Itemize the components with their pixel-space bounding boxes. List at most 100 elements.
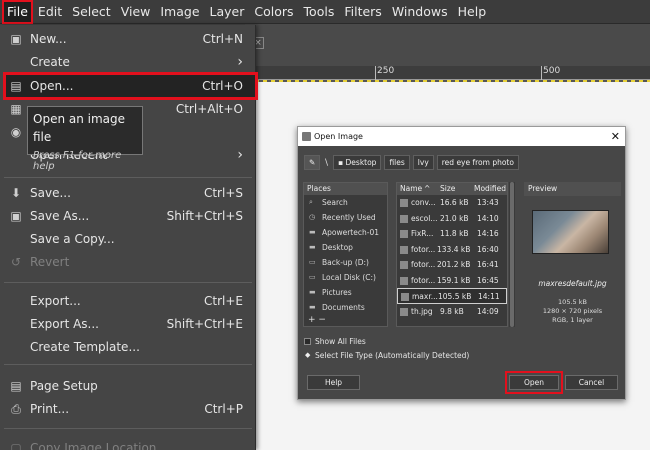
menu-divider <box>4 282 252 283</box>
add-remove-bookmark-buttons[interactable]: + − <box>304 315 387 326</box>
image-file-icon <box>400 276 408 285</box>
cancel-button[interactable]: Cancel <box>565 375 618 390</box>
menu-item-label: Export... <box>30 293 81 308</box>
revert-icon: ↺ <box>10 254 22 269</box>
expander-diamond-icon: ◆ <box>305 351 311 359</box>
file-list: Name ^ Size Modified conv... 16.6 kB 13:43… <box>396 182 508 327</box>
tooltip-title: Open an image file <box>33 112 126 144</box>
menu-item-shortcut: Ctrl+O <box>202 78 243 93</box>
menu-view[interactable]: View <box>116 0 156 24</box>
search-icon: ⌕ <box>309 198 313 206</box>
scrollbar-thumb[interactable] <box>510 182 514 327</box>
page-setup-icon: ▤ <box>10 378 22 393</box>
column-modified[interactable]: Modified <box>474 183 506 195</box>
menu-layer[interactable]: Layer <box>205 0 250 24</box>
breadcrumb-red-eye[interactable]: red eye from photo <box>436 155 519 170</box>
menu-item-export-as[interactable]: Export As... Shift+Ctrl+E <box>0 312 256 335</box>
menu-item-page-setup[interactable]: ▤ Page Setup <box>0 374 256 397</box>
breadcrumb-files[interactable]: files <box>384 155 410 170</box>
menu-item-shortcut: Ctrl+S <box>203 185 243 200</box>
menu-help[interactable]: Help <box>453 0 492 24</box>
preview-image <box>532 210 609 254</box>
place-local-c[interactable]: ▭ Local Disk (C:) <box>304 270 387 285</box>
file-row[interactable]: escol... 21.0 kB 14:10 <box>397 211 507 227</box>
file-row[interactable]: conv... 16.6 kB 13:43 <box>397 195 507 211</box>
column-size[interactable]: Size <box>440 183 455 195</box>
menu-item-label: Copy Image Location <box>30 440 157 450</box>
menu-item-copy-location: ▢ Copy Image Location <box>0 436 256 450</box>
image-file-icon <box>400 199 408 207</box>
menu-item-save[interactable]: ⬇ Save... Ctrl+S <box>0 181 256 204</box>
image-file-icon <box>400 230 408 238</box>
file-row-selected[interactable]: maxr... 105.5 kB 14:11 <box>397 288 507 304</box>
menu-image[interactable]: Image <box>155 0 204 24</box>
menu-divider <box>4 428 252 429</box>
menu-item-create[interactable]: Create › <box>0 50 256 73</box>
folder-icon: ▬ <box>309 228 316 236</box>
menu-windows[interactable]: Windows <box>387 0 453 24</box>
menu-item-label: Export As... <box>30 316 99 331</box>
menu-item-shortcut: Shift+Ctrl+S <box>166 208 243 223</box>
open-button[interactable]: Open <box>505 371 563 394</box>
file-list-scrollbar[interactable] <box>509 182 515 327</box>
place-recent[interactable]: ◷ Recently Used <box>304 210 387 225</box>
preview-size: 105.5 kB <box>558 298 587 306</box>
menu-item-save-as[interactable]: ▣ Save As... Shift+Ctrl+S <box>0 204 256 227</box>
menu-item-create-template[interactable]: Create Template... <box>0 335 256 358</box>
menu-item-label: Save a Copy... <box>30 231 115 246</box>
menu-item-save-copy[interactable]: Save a Copy... <box>0 227 256 250</box>
menu-select[interactable]: Select <box>67 0 116 24</box>
menu-item-export[interactable]: Export... Ctrl+E <box>0 289 256 312</box>
menu-item-label: Page Setup <box>30 378 98 393</box>
show-all-files-checkbox[interactable]: Show All Files <box>304 336 366 347</box>
menu-item-open[interactable]: ▤ Open... Ctrl+O <box>0 74 256 97</box>
menu-tools[interactable]: Tools <box>299 0 340 24</box>
checkbox-label: Show All Files <box>315 337 366 346</box>
menu-filters[interactable]: Filters <box>339 0 386 24</box>
preview-mode: RGB, 1 layer <box>552 316 593 324</box>
clock-icon: ◷ <box>309 213 316 221</box>
file-row[interactable]: FixR... 11.8 kB 14:16 <box>397 226 507 242</box>
breadcrumb-desktop[interactable]: ▪ Desktop <box>333 155 382 170</box>
edit-location-icon[interactable]: ✎ <box>304 155 320 170</box>
ruler-label: 500 <box>543 66 561 76</box>
new-file-icon: ▣ <box>10 31 22 46</box>
breadcrumb: ✎ \ ▪ Desktop files lvy red eye from pho… <box>304 155 519 170</box>
menu-item-print[interactable]: ⎙ Print... Ctrl+P <box>0 397 256 420</box>
file-row[interactable]: fotor... 201.2 kB 16:41 <box>397 257 507 273</box>
file-row[interactable]: th.jpg 9.8 kB 14:09 <box>397 304 507 320</box>
menu-divider <box>4 177 252 178</box>
checkbox-box[interactable] <box>304 338 311 345</box>
expander-label: Select File Type (Automatically Detected… <box>315 351 470 360</box>
column-name[interactable]: Name <box>400 183 422 195</box>
place-search[interactable]: ⌕ Search <box>304 195 387 210</box>
help-button[interactable]: Help <box>307 375 360 390</box>
place-backup-d[interactable]: ▭ Back-up (D:) <box>304 255 387 270</box>
image-file-icon <box>401 293 409 301</box>
ruler-label: 250 <box>377 66 395 76</box>
breadcrumb-lvy[interactable]: lvy <box>412 155 434 170</box>
dialog-title: Open Image <box>314 132 363 141</box>
place-documents[interactable]: ▬ Documents <box>304 300 387 315</box>
preview-panel: Preview maxresdefault.jpg 105.5 kB 1280 … <box>524 182 621 327</box>
menu-colors[interactable]: Colors <box>249 0 298 24</box>
place-desktop[interactable]: ▬ Desktop <box>304 240 387 255</box>
place-pictures[interactable]: ▬ Pictures <box>304 285 387 300</box>
menu-edit[interactable]: Edit <box>33 0 67 24</box>
menu-item-revert: ↺ Revert <box>0 250 256 273</box>
image-file-icon <box>400 214 408 223</box>
place-home[interactable]: ▬ Apowertech-01 <box>304 225 387 240</box>
menu-item-new[interactable]: ▣ New... Ctrl+N <box>0 27 256 50</box>
close-icon[interactable]: ✕ <box>611 127 620 146</box>
menu-file[interactable]: File <box>2 0 33 24</box>
open-image-dialog: Open Image ✕ ✎ \ ▪ Desktop files lvy red… <box>297 126 626 400</box>
save-icon: ⬇ <box>10 185 22 200</box>
select-file-type-toggle[interactable]: ◆ Select File Type (Automatically Detect… <box>304 350 469 361</box>
menu-divider <box>4 364 252 365</box>
chevron-right-icon: › <box>237 53 243 70</box>
menu-item-shortcut: Ctrl+E <box>204 293 243 308</box>
image-file-icon <box>400 261 408 269</box>
file-row[interactable]: fotor... 133.4 kB 16:40 <box>397 242 507 258</box>
drive-icon: ▭ <box>309 258 316 266</box>
file-row[interactable]: fotor... 159.1 kB 16:45 <box>397 273 507 289</box>
